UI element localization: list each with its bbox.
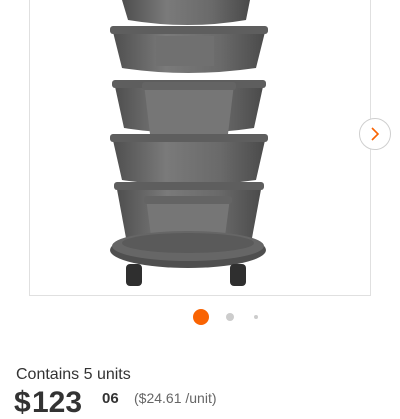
gallery-dot-active[interactable] [193, 309, 209, 325]
gallery-dot[interactable] [226, 313, 234, 321]
gallery-pagination [0, 308, 400, 326]
chevron-right-icon [369, 127, 381, 141]
planter-tower-image[interactable] [30, 0, 372, 296]
price-dollars: 123 [32, 386, 83, 419]
price-cents: 06 [102, 390, 119, 407]
gallery-dot[interactable] [254, 315, 258, 319]
price-currency-symbol: $ [14, 386, 31, 419]
units-count-text: Contains 5 units [16, 366, 131, 383]
next-image-button[interactable] [359, 118, 391, 150]
unit-price: ($24.61 /unit) [134, 390, 217, 406]
product-image-card[interactable] [29, 0, 391, 296]
